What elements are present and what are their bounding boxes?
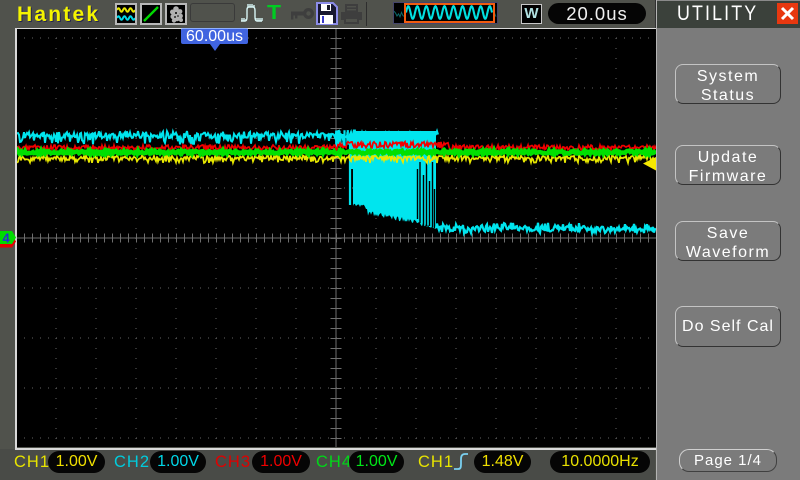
svg-text:4: 4 — [3, 231, 11, 246]
